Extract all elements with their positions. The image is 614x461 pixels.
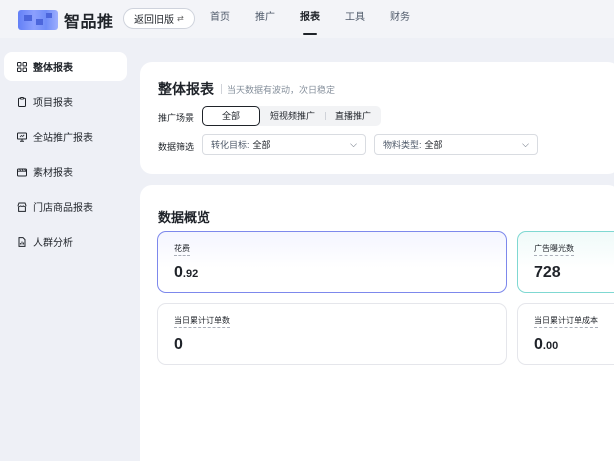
metric-card-ad-impressions[interactable]: 广告曝光数 728 <box>517 231 614 293</box>
metric-value: 0.92 <box>174 264 199 281</box>
sidebar-item-site-promotion-report[interactable]: 全站推广报表 <box>4 122 127 151</box>
chevron-down-icon: ⌵ <box>522 139 529 149</box>
conversion-goal-select[interactable]: 转化目标: 全部 ⌵ <box>202 134 366 155</box>
select-value: 全部 <box>424 140 443 150</box>
data-overview-card: 数据概览 花费 0.92 广告曝光数 728 当日累计订单数 0 当日累计订单成… <box>140 185 614 461</box>
metric-card-daily-orders[interactable]: 当日累计订单数 0 <box>157 303 507 365</box>
select-label: 物料类型: <box>383 140 422 150</box>
nav-reports[interactable]: 报表 <box>300 0 320 38</box>
sidebar: 整体报表 项目报表 全站推广报表 素材报表 门店商品报表 人群分析 <box>0 52 134 262</box>
report-title-row: 整体报表 当天数据有波动，次日稳定 <box>158 79 335 99</box>
sidebar-item-label: 全站推广报表 <box>33 133 93 144</box>
metric-value: 728 <box>534 264 561 281</box>
metric-card-daily-order-cost[interactable]: 当日累计订单成本 0.00 <box>517 303 614 365</box>
back-to-old-version-button[interactable]: 返回旧版 ⇄ <box>123 8 195 29</box>
metric-card-cost[interactable]: 花费 0.92 <box>157 231 507 293</box>
filter-label: 数据筛选 <box>158 142 195 152</box>
sidebar-item-label: 门店商品报表 <box>33 203 93 214</box>
select-value: 全部 <box>252 140 271 150</box>
chevron-down-icon: ⌵ <box>350 139 357 149</box>
logo-mark <box>18 10 58 30</box>
sidebar-item-material-report[interactable]: 素材报表 <box>4 157 127 186</box>
page-subtitle: 当天数据有波动，次日稳定 <box>227 84 336 95</box>
top-bar: 智品推 返回旧版 ⇄ 首页 推广 报表 工具 财务 <box>0 0 614 38</box>
sidebar-item-label: 素材报表 <box>33 168 73 179</box>
sidebar-item-label: 项目报表 <box>33 98 73 109</box>
scene-tab-all[interactable]: 全部 <box>202 106 261 126</box>
metric-label: 当日累计订单成本 <box>534 315 598 328</box>
nav-promotion[interactable]: 推广 <box>255 0 275 38</box>
sidebar-item-store-product-report[interactable]: 门店商品报表 <box>4 192 127 221</box>
overview-title: 数据概览 <box>158 210 211 225</box>
metric-label: 广告曝光数 <box>534 243 574 256</box>
metric-label: 花费 <box>174 243 190 256</box>
report-filter-card: 整体报表 当天数据有波动，次日稳定 推广场景 全部 短视频推广 直播推广 数据筛… <box>140 62 614 174</box>
nav-finance[interactable]: 财务 <box>390 0 410 38</box>
metric-label: 当日累计订单数 <box>174 315 230 328</box>
sidebar-item-audience-analysis[interactable]: 人群分析 <box>4 227 127 256</box>
select-label: 转化目标: <box>211 140 250 150</box>
logo[interactable]: 智品推 <box>18 8 114 32</box>
sidebar-item-label: 整体报表 <box>33 63 73 74</box>
material-type-select[interactable]: 物料类型: 全部 ⌵ <box>374 134 538 155</box>
back-button-label: 返回旧版 <box>134 15 174 26</box>
scene-tab-short-video[interactable]: 短视频推广 <box>260 106 325 126</box>
film-icon <box>17 167 27 177</box>
store-icon <box>17 202 27 212</box>
sidebar-item-project-report[interactable]: 项目报表 <box>4 87 127 116</box>
nav-home[interactable]: 首页 <box>210 0 230 38</box>
grid-icon <box>17 61 27 72</box>
sidebar-item-label: 人群分析 <box>33 238 73 249</box>
switch-icon: ⇄ <box>177 14 184 23</box>
top-nav: 首页 推广 报表 工具 财务 <box>210 0 435 38</box>
title-divider <box>221 84 222 94</box>
metric-value: 0 <box>174 336 183 353</box>
app-name: 智品推 <box>64 14 114 31</box>
metric-value: 0.00 <box>534 336 559 353</box>
scene-tabs: 全部 短视频推广 直播推广 <box>202 106 382 126</box>
scene-tab-live[interactable]: 直播推广 <box>325 106 381 126</box>
document-icon <box>17 236 27 247</box>
sidebar-item-overall-report[interactable]: 整体报表 <box>4 52 127 81</box>
page-title: 整体报表 <box>158 81 214 97</box>
clipboard-icon <box>17 96 27 107</box>
nav-tools[interactable]: 工具 <box>345 0 365 38</box>
monitor-icon <box>17 132 27 142</box>
scene-label: 推广场景 <box>158 113 195 123</box>
